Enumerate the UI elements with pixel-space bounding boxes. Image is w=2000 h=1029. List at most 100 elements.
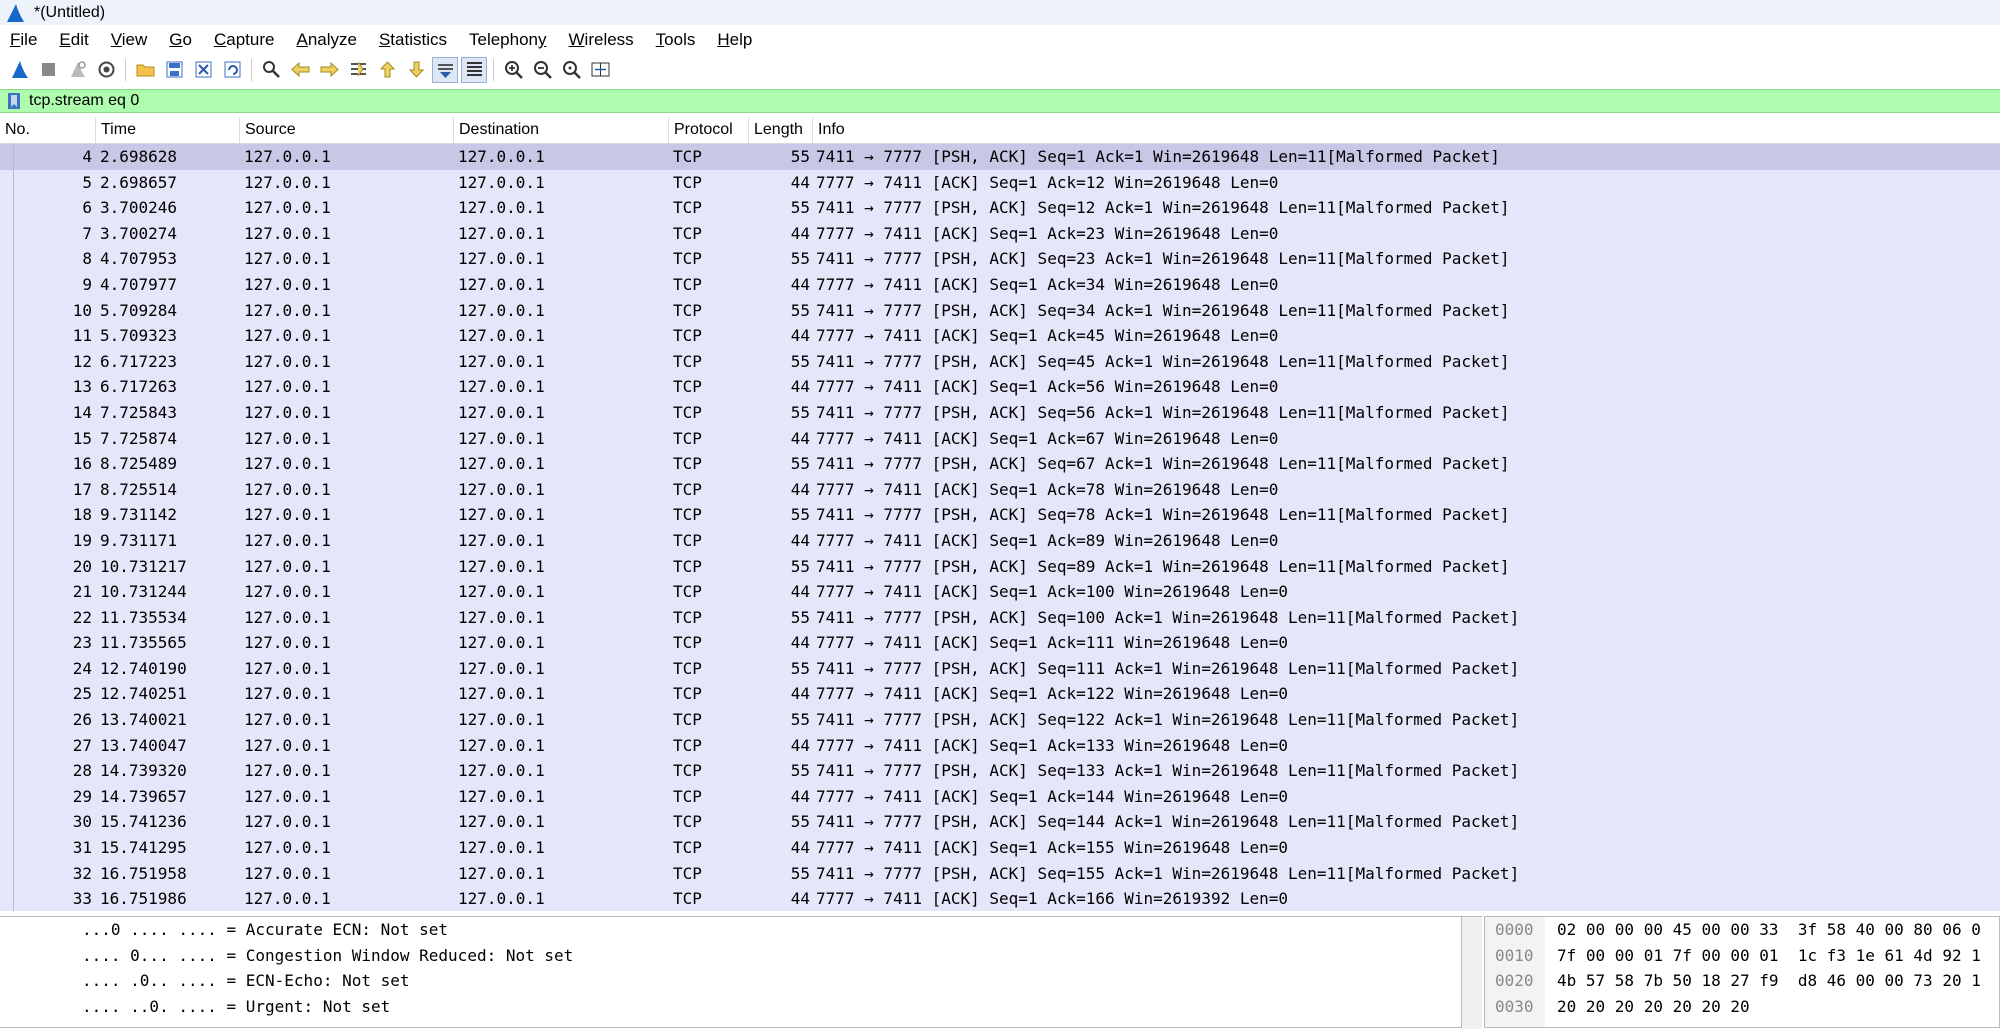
packet-row[interactable]: 17 8.725514 127.0.0.1 127.0.0.1 TCP 44 7777 → … <box>0 477 2000 503</box>
detail-field[interactable]: .... ..0. .... = Urgent: Not set <box>0 994 1461 1020</box>
last-packet-button[interactable] <box>403 57 429 83</box>
capture-options-button[interactable] <box>93 57 119 83</box>
column-header-source[interactable]: Source <box>240 117 454 143</box>
normal-size-button[interactable] <box>558 57 584 83</box>
detail-field[interactable]: .... 0... .... = Congestion Window Reduc… <box>0 943 1461 969</box>
packet-length: 44 <box>790 889 810 909</box>
menu-label-part: nalyze <box>307 30 357 49</box>
packet-row[interactable]: 19 9.731171 127.0.0.1 127.0.0.1 TCP 44 7777 → … <box>0 528 2000 554</box>
menu-go[interactable]: Go <box>158 30 203 50</box>
packet-row[interactable]: 25 12.740251 127.0.0.1 127.0.0.1 TCP 44 7777 →… <box>0 681 2000 707</box>
menu-statistics[interactable]: Statistics <box>368 30 458 50</box>
find-packet-button[interactable] <box>258 57 284 83</box>
packet-row[interactable]: 33 16.751986 127.0.0.1 127.0.0.1 TCP 44 7777 →… <box>0 886 2000 911</box>
packet-destination: 127.0.0.1 <box>458 454 545 474</box>
packet-row[interactable]: 4 2.698628 127.0.0.1 127.0.0.1 TCP 55 7411 → 7… <box>0 144 2000 170</box>
column-header-no[interactable]: No. <box>0 117 96 143</box>
column-header-destination[interactable]: Destination <box>454 117 669 143</box>
start-capture-button[interactable] <box>6 57 32 83</box>
menu-file[interactable]: File <box>0 30 48 50</box>
menu-analyze[interactable]: Analyze <box>285 30 367 50</box>
column-header-length[interactable]: Length <box>749 117 813 143</box>
packet-row[interactable]: 22 11.735534 127.0.0.1 127.0.0.1 TCP 55 7411 →… <box>0 605 2000 631</box>
packet-protocol: TCP <box>673 505 702 525</box>
zoom-out-icon <box>533 61 552 79</box>
column-header-protocol[interactable]: Protocol <box>669 117 749 143</box>
reload-file-button[interactable] <box>219 57 245 83</box>
packet-row[interactable]: 20 10.731217 127.0.0.1 127.0.0.1 TCP 55 7411 →… <box>0 554 2000 580</box>
detail-field[interactable]: ...0 .... .... = Accurate ECN: Not set <box>0 917 1461 943</box>
packet-row[interactable]: 11 5.709323 127.0.0.1 127.0.0.1 TCP 44 7777 → … <box>0 323 2000 349</box>
packet-row[interactable]: 8 4.707953 127.0.0.1 127.0.0.1 TCP 55 7411 → 7… <box>0 246 2000 272</box>
packet-row[interactable]: 15 7.725874 127.0.0.1 127.0.0.1 TCP 44 7777 → … <box>0 426 2000 452</box>
packet-row[interactable]: 18 9.731142 127.0.0.1 127.0.0.1 TCP 55 7411 → … <box>0 502 2000 528</box>
autoscroll-icon <box>437 64 453 78</box>
packet-row[interactable]: 24 12.740190 127.0.0.1 127.0.0.1 TCP 55 7411 →… <box>0 656 2000 682</box>
restart-capture-button[interactable] <box>64 57 90 83</box>
packet-row[interactable]: 31 15.741295 127.0.0.1 127.0.0.1 TCP 44 7777 →… <box>0 835 2000 861</box>
packet-destination: 127.0.0.1 <box>458 735 545 755</box>
close-file-button[interactable] <box>190 57 216 83</box>
title-bar: *(Untitled) <box>0 0 2000 25</box>
display-filter-input[interactable] <box>29 92 1929 110</box>
resize-columns-button[interactable] <box>587 57 613 83</box>
bytes-line[interactable]: 0010 7f 00 00 01 7f 00 00 01 1c f3 1e 61 … <box>1485 943 1999 969</box>
packet-row[interactable]: 21 10.731244 127.0.0.1 127.0.0.1 TCP 44 7777 →… <box>0 579 2000 605</box>
packet-row[interactable]: 30 15.741236 127.0.0.1 127.0.0.1 TCP 55 7411 →… <box>0 809 2000 835</box>
packet-source: 127.0.0.1 <box>244 607 331 627</box>
menu-mnemonic: G <box>169 30 183 49</box>
details-scrollbar[interactable] <box>1462 916 1482 1029</box>
menu-view[interactable]: View <box>100 30 159 50</box>
go-forward-button[interactable] <box>316 57 342 83</box>
packet-row[interactable]: 16 8.725489 127.0.0.1 127.0.0.1 TCP 55 7411 → … <box>0 451 2000 477</box>
packet-row[interactable]: 23 11.735565 127.0.0.1 127.0.0.1 TCP 44 7777 →… <box>0 630 2000 656</box>
packet-length: 44 <box>790 274 810 294</box>
bytes-line[interactable]: 0020 4b 57 58 7b 50 18 27 f9 d8 46 00 00 … <box>1485 968 1999 994</box>
toolbar-separator <box>493 58 494 81</box>
menu-help[interactable]: Help <box>706 30 763 50</box>
menu-wireless[interactable]: Wireless <box>558 30 645 50</box>
menu-edit[interactable]: Edit <box>48 30 99 50</box>
packet-protocol: TCP <box>673 863 702 883</box>
packet-row[interactable]: 32 16.751958 127.0.0.1 127.0.0.1 TCP 55 7411 →… <box>0 861 2000 887</box>
detail-field[interactable]: .... .0.. .... = ECN-Echo: Not set <box>0 968 1461 994</box>
packet-row[interactable]: 13 6.717263 127.0.0.1 127.0.0.1 TCP 44 7777 → … <box>0 374 2000 400</box>
go-to-packet-button[interactable] <box>345 57 371 83</box>
zoom-out-button[interactable] <box>529 57 555 83</box>
packet-row[interactable]: 29 14.739657 127.0.0.1 127.0.0.1 TCP 44 7777 →… <box>0 784 2000 810</box>
menu-tools[interactable]: Tools <box>645 30 707 50</box>
open-file-button[interactable] <box>132 57 158 83</box>
filter-bookmark-icon[interactable] <box>7 92 21 110</box>
menu-telephony[interactable]: Telephony <box>458 30 558 50</box>
packet-row[interactable]: 12 6.717223 127.0.0.1 127.0.0.1 TCP 55 7411 → … <box>0 349 2000 375</box>
bytes-hex: 7f 00 00 01 7f 00 00 01 1c f3 1e 61 4d 9… <box>1557 945 1981 965</box>
packet-row[interactable]: 26 13.740021 127.0.0.1 127.0.0.1 TCP 55 7411 →… <box>0 707 2000 733</box>
column-header-info[interactable]: Info <box>813 117 2000 143</box>
bytes-line[interactable]: 0000 02 00 00 00 45 00 00 33 3f 58 40 00 … <box>1485 917 1999 943</box>
save-file-button[interactable] <box>161 57 187 83</box>
packet-length: 44 <box>790 582 810 602</box>
packet-row[interactable]: 7 3.700274 127.0.0.1 127.0.0.1 TCP 44 7777 → 7… <box>0 221 2000 247</box>
first-packet-button[interactable] <box>374 57 400 83</box>
packet-row[interactable]: 9 4.707977 127.0.0.1 127.0.0.1 TCP 44 7777 → 7… <box>0 272 2000 298</box>
packet-row[interactable]: 14 7.725843 127.0.0.1 127.0.0.1 TCP 55 7411 → … <box>0 400 2000 426</box>
packet-row[interactable]: 10 5.709284 127.0.0.1 127.0.0.1 TCP 55 7411 → … <box>0 298 2000 324</box>
packet-destination: 127.0.0.1 <box>458 684 545 704</box>
colorize-button[interactable] <box>461 56 487 83</box>
bytes-line[interactable]: 0030 20 20 20 20 20 20 20 <box>1485 994 1999 1020</box>
packet-time: 12.740190 <box>100 658 187 678</box>
packet-row[interactable]: 28 14.739320 127.0.0.1 127.0.0.1 TCP 55 7411 →… <box>0 758 2000 784</box>
packet-info: 7777 → 7411 [ACK] Seq=1 Ack=144 Win=2619… <box>816 786 1289 806</box>
packet-row[interactable]: 6 3.700246 127.0.0.1 127.0.0.1 TCP 55 7411 → 7… <box>0 195 2000 221</box>
stop-capture-button[interactable] <box>35 57 61 83</box>
packet-info: 7411 → 7777 [PSH, ACK] Seq=1 Ack=1 Win=2… <box>816 147 1500 166</box>
packet-length: 44 <box>790 377 810 397</box>
packet-source: 127.0.0.1 <box>244 582 331 602</box>
menu-capture[interactable]: Capture <box>203 30 285 50</box>
go-back-button[interactable] <box>287 57 313 83</box>
autoscroll-button[interactable] <box>432 56 458 83</box>
zoom-in-button[interactable] <box>500 57 526 83</box>
column-header-time[interactable]: Time <box>96 117 240 143</box>
packet-row[interactable]: 27 13.740047 127.0.0.1 127.0.0.1 TCP 44 7777 →… <box>0 733 2000 759</box>
packet-row[interactable]: 5 2.698657 127.0.0.1 127.0.0.1 TCP 44 7777 → 7… <box>0 170 2000 196</box>
